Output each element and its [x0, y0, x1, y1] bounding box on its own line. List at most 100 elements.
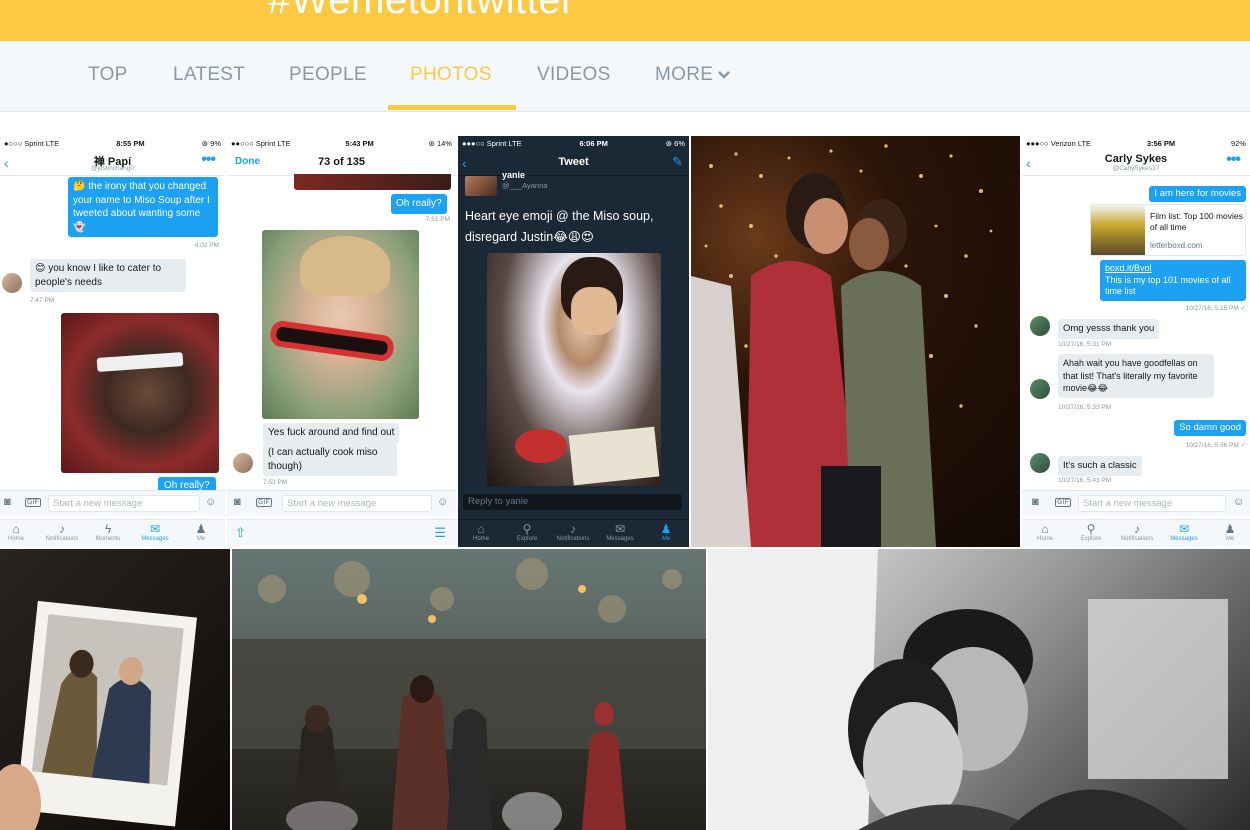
tab-more-label: MORE — [655, 64, 714, 85]
conversation-handle: @CarlySykes17 — [1112, 165, 1160, 172]
battery-text: 92% — [1230, 138, 1246, 148]
message-input[interactable]: Start a new message — [1078, 495, 1226, 512]
gif-icon[interactable]: GIF — [1055, 498, 1071, 507]
more-dots-icon: ••• — [201, 151, 216, 168]
message-bubble: So damn good — [1174, 420, 1246, 436]
message-composer: ◙ GIF Start a new message ☺ — [1022, 490, 1250, 516]
photo-tile-polaroid[interactable] — [0, 549, 230, 830]
tab-top[interactable]: TOP — [88, 64, 128, 86]
photo-tile-tweet-screenshot[interactable]: ●●●○○ Sprint LTE 6:06 PM ⊛ 6% ‹ Tweet ✎ … — [458, 136, 689, 547]
message-timestamp: 10/27/16, 5:33 PM — [1058, 404, 1112, 411]
clock-text: 6:06 PM — [579, 138, 608, 148]
viewer-header: Done 73 of 135 — [227, 150, 456, 176]
camera-icon[interactable]: ◙ — [234, 496, 241, 508]
home-icon: ⌂ — [477, 522, 485, 536]
tab-label: Messages — [1170, 536, 1198, 542]
bell-icon: ♪ — [59, 522, 65, 536]
emoji-icon[interactable]: ☺ — [437, 496, 448, 508]
camera-icon[interactable]: ◙ — [1032, 496, 1039, 508]
tab-home[interactable]: ⌂ Home — [1025, 522, 1065, 542]
active-tab-indicator — [388, 105, 516, 110]
list-icon[interactable]: ☰ — [434, 525, 446, 541]
search-tabs: TOP LATEST PEOPLE PHOTOS VIDEOS MORE — [0, 41, 1250, 112]
camera-icon[interactable]: ◙ — [4, 496, 11, 508]
tab-latest[interactable]: LATEST — [173, 64, 245, 86]
link-card-domain: letterboxd.com — [1150, 241, 1203, 250]
tab-messages[interactable]: ✉ Messages — [1164, 522, 1204, 542]
tab-messages[interactable]: ✉ Messages — [135, 522, 175, 542]
clock-text: 5:43 PM — [345, 138, 374, 148]
carrier-text: ●●○○○ Sprint LTE — [231, 138, 291, 148]
tab-me[interactable]: ♟ Me — [181, 522, 221, 542]
share-icon[interactable]: ⇧ — [235, 525, 246, 541]
app-tab-bar: ⌂ Home ♪ Notifications ϟ Moments ✉ Messages … — [0, 519, 225, 547]
tab-label: Messages — [606, 536, 634, 542]
tab-explore[interactable]: ⚲ Explore — [507, 522, 547, 542]
battery-text: ⊛ 6% — [665, 138, 685, 148]
tab-label: Explore — [516, 536, 538, 542]
message-bubble: Omg yesss thank you — [1058, 319, 1160, 339]
tab-notifications[interactable]: ♪ Notifications — [553, 522, 593, 542]
emoji-icon[interactable]: ☺ — [1233, 496, 1244, 508]
hashtag-banner: #Wemetontwitter — [0, 0, 1250, 41]
link-card[interactable]: Film list: Top 100 movies of all time le… — [1090, 204, 1246, 256]
photo-tile-dm-screenshot-3[interactable]: ●●●○○ Verizon LTE 3:56 PM 92% ‹ Carly Sy… — [1022, 136, 1250, 547]
person-icon: ♟ — [660, 522, 672, 536]
tab-label: Me — [661, 536, 671, 542]
tab-label: Notifications — [1120, 536, 1154, 542]
home-icon: ⌂ — [12, 522, 20, 536]
gif-icon[interactable]: GIF — [256, 498, 272, 507]
message-timestamp: 10/27/16, 5:36 PM ✓ — [1185, 442, 1246, 449]
more-dots-icon: ••• — [1226, 151, 1241, 168]
tab-explore[interactable]: ⚲ Explore — [1071, 522, 1111, 542]
message-bubble: I am here for movies — [1149, 186, 1246, 202]
message-bubble: 🤔 the irony that you changed your name t… — [68, 177, 218, 237]
conversation-handle: @justinchang0 — [90, 165, 135, 172]
status-bar: ●●●○○ Sprint LTE 6:06 PM ⊛ 6% — [458, 136, 689, 150]
message-link[interactable]: boxd.it/Bvol — [1105, 263, 1152, 273]
tab-home[interactable]: ⌂ Home — [0, 522, 36, 542]
tab-label: Home — [1036, 536, 1053, 542]
shared-photo-kid-sunglasses — [262, 230, 419, 419]
viewer-toolbar: ⇧ ☰ — [227, 519, 456, 547]
message-bubble: boxd.it/Bvol This is my top 101 movies o… — [1100, 260, 1246, 301]
gif-icon[interactable]: GIF — [25, 498, 41, 507]
author-name: yanie — [502, 170, 526, 180]
avatar — [2, 273, 22, 293]
tab-me[interactable]: ♟ Me — [1210, 522, 1250, 542]
photo-tile-couple-lights[interactable] — [691, 136, 1020, 547]
tweet-text: Heart eye emoji @ the Miso soup, disrega… — [465, 209, 654, 244]
avatar — [1030, 379, 1050, 399]
photo-tile-dm-screenshot-2[interactable]: ●●○○○ Sprint LTE 5:43 PM ⊛ 14% Done 73 o… — [227, 136, 456, 547]
tab-videos[interactable]: VIDEOS — [537, 64, 611, 86]
tab-notifications[interactable]: ♪ Notifications — [1117, 522, 1157, 542]
photo-tile-mosaic-garden[interactable] — [232, 549, 706, 830]
person-icon: ♟ — [195, 522, 207, 536]
tab-me[interactable]: ♟ Me — [646, 522, 686, 542]
carrier-text: ●●●○○ Sprint LTE — [462, 138, 522, 148]
link-card-title: Film list: Top 100 movies of all time — [1150, 211, 1243, 232]
reply-input[interactable]: Reply to yanie — [463, 494, 682, 510]
person-icon: ♟ — [1224, 522, 1236, 536]
tab-notifications[interactable]: ♪ Notifications — [42, 522, 82, 542]
emoji-icon[interactable]: ☺ — [205, 496, 216, 508]
photo-tile-selfie-bw[interactable] — [708, 549, 1250, 830]
photo-tile-dm-screenshot-1[interactable]: ●○○○ Sprint LTE 8:55 PM ⊛ 9% ‹ 禅 Papí @j… — [0, 136, 225, 547]
avatar — [1030, 316, 1050, 336]
message-bubble: Yes fuck around and find out — [263, 423, 400, 443]
tab-messages[interactable]: ✉ Messages — [600, 522, 640, 542]
tweet-header: ‹ Tweet ✎ — [458, 150, 689, 176]
compose-icon: ✎ — [672, 154, 683, 169]
message-input[interactable]: Start a new message — [48, 495, 200, 512]
app-tab-bar: ⌂ Home ⚲ Explore ♪ Notifications ✉ Messages … — [1022, 519, 1250, 547]
tab-people[interactable]: PEOPLE — [289, 64, 367, 86]
message-input[interactable]: Start a new message — [282, 495, 432, 512]
lightning-icon: ϟ — [104, 522, 112, 536]
tab-photos[interactable]: PHOTOS — [410, 64, 492, 86]
author-handle: @___Ayanna — [502, 181, 548, 190]
message-timestamp: 7:51 PM — [425, 216, 450, 223]
tab-more[interactable]: MORE — [655, 64, 731, 86]
tab-moments[interactable]: ϟ Moments — [88, 522, 128, 542]
tab-label: Messages — [141, 536, 169, 542]
tab-home[interactable]: ⌂ Home — [461, 522, 501, 542]
